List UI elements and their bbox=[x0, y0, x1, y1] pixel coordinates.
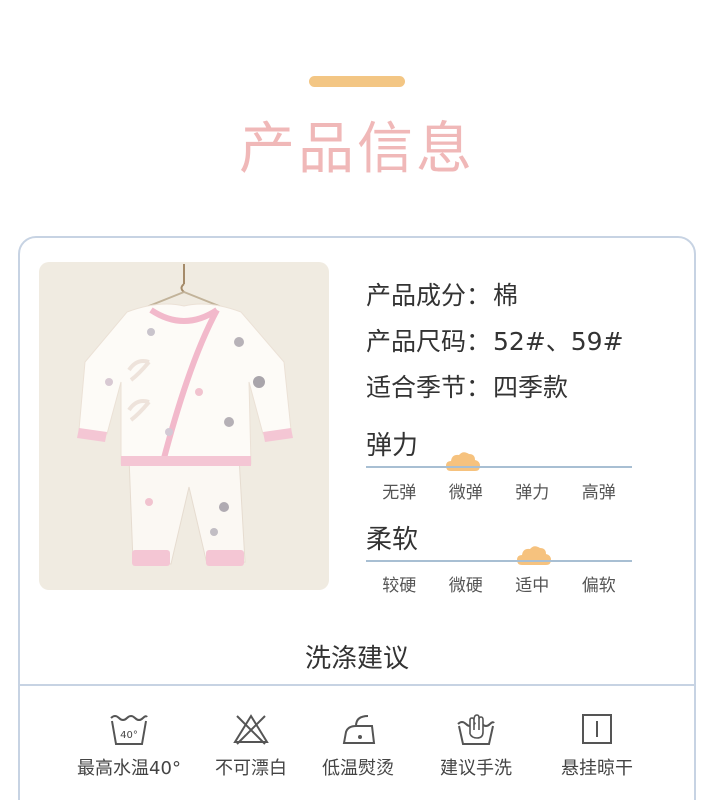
care-item-wash-40: 40° 最高水温40° bbox=[64, 712, 194, 780]
spec-material-value: 棉 bbox=[493, 281, 519, 310]
softness-title: 柔软 bbox=[366, 525, 419, 555]
elasticity-options: 无弹 微弹 弹力 高弹 bbox=[366, 478, 632, 503]
softness-scale-line bbox=[366, 560, 632, 562]
washing-title: 洗涤建议 bbox=[304, 644, 409, 674]
spec-size: 产品尺码：52#、59# bbox=[366, 322, 624, 358]
title-accent-bar bbox=[309, 76, 405, 87]
softness-option-hard: 较硬 bbox=[382, 576, 417, 596]
care-item-low-iron: 低温熨烫 bbox=[293, 712, 423, 780]
elasticity-option-elastic: 弹力 bbox=[515, 483, 550, 503]
softness-option-medium: 适中 bbox=[515, 576, 550, 596]
hand-wash-icon bbox=[457, 714, 495, 745]
wash-40-icon: 40° bbox=[110, 715, 148, 745]
baby-clothes-image bbox=[77, 264, 293, 566]
page-title: 产品信息 bbox=[239, 117, 475, 182]
care-item-hang-dry: 悬挂晾干 bbox=[532, 712, 662, 780]
low-iron-icon bbox=[342, 715, 376, 744]
spec-size-label: 产品尺码： bbox=[366, 327, 492, 356]
softness-option-soft: 偏软 bbox=[581, 576, 616, 596]
elasticity-option-none: 无弹 bbox=[382, 483, 417, 503]
spec-material: 产品成分：棉 bbox=[366, 276, 518, 312]
hang-dry-icon bbox=[582, 714, 612, 744]
elasticity-title: 弹力 bbox=[366, 431, 419, 461]
care-label-hang-dry: 悬挂晾干 bbox=[561, 758, 633, 779]
spec-season-label: 适合季节： bbox=[366, 373, 492, 402]
softness-option-slightly-hard: 微硬 bbox=[448, 576, 483, 596]
care-label-low-iron: 低温熨烫 bbox=[322, 758, 394, 779]
washing-divider bbox=[20, 684, 694, 686]
spec-material-label: 产品成分： bbox=[366, 281, 492, 310]
spec-season: 适合季节：四季款 bbox=[366, 368, 568, 404]
elasticity-marker-icon bbox=[446, 452, 480, 471]
softness-marker-icon bbox=[517, 546, 551, 565]
product-photo bbox=[39, 262, 329, 590]
softness-options: 较硬 微硬 适中 偏软 bbox=[366, 571, 632, 596]
elasticity-scale-line bbox=[366, 466, 632, 468]
elasticity-option-high: 高弹 bbox=[581, 483, 616, 503]
care-label-hand-wash: 建议手洗 bbox=[440, 758, 512, 779]
wash-tub-temp: 40° bbox=[120, 730, 138, 741]
elasticity-option-slight: 微弹 bbox=[448, 483, 483, 503]
spec-season-value: 四季款 bbox=[493, 373, 569, 402]
spec-size-value: 52#、59# bbox=[493, 327, 624, 356]
care-item-hand-wash: 建议手洗 bbox=[411, 712, 541, 780]
no-bleach-icon bbox=[233, 714, 269, 745]
care-label-wash-40: 最高水温40° bbox=[77, 758, 181, 779]
